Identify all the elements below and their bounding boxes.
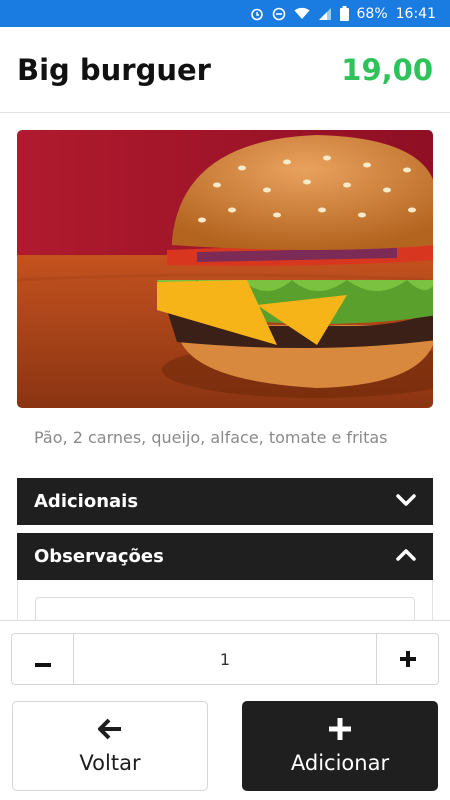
alarm-icon [250, 7, 264, 21]
observacoes-panel [17, 580, 433, 621]
status-bar: 68% 16:41 [0, 0, 450, 27]
do-not-disturb-icon [272, 7, 286, 21]
observacoes-accordion-header[interactable]: Observações [17, 533, 433, 580]
product-title: Big burguer [17, 52, 211, 87]
signal-icon [318, 7, 332, 21]
quantity-value[interactable]: 1 [74, 634, 376, 684]
wifi-icon [294, 7, 310, 20]
chevron-up-icon [396, 546, 416, 567]
observacoes-label: Observações [34, 546, 164, 567]
add-to-order-button[interactable]: Adicionar [242, 701, 438, 791]
back-button-label: Voltar [79, 751, 141, 775]
minus-icon [34, 645, 51, 673]
battery-level: 68% [356, 5, 388, 22]
observacoes-input[interactable] [35, 597, 415, 621]
adicionais-accordion-header[interactable]: Adicionais [17, 478, 433, 525]
bottom-action-bar: 1 Voltar Adicionar [0, 620, 450, 800]
adicionais-label: Adicionais [34, 491, 139, 512]
plus-icon [329, 717, 351, 747]
battery-icon [339, 6, 349, 21]
product-image [17, 130, 433, 408]
clock-time: 16:41 [395, 5, 436, 22]
decrease-quantity-button[interactable] [12, 634, 74, 684]
chevron-down-icon [396, 491, 416, 512]
add-button-label: Adicionar [290, 751, 390, 775]
increase-quantity-button[interactable] [376, 634, 438, 684]
arrow-left-icon [98, 717, 122, 747]
quantity-stepper: 1 [11, 633, 439, 685]
back-button[interactable]: Voltar [12, 701, 208, 791]
product-header: Big burguer 19,00 [0, 27, 450, 113]
plus-icon [399, 645, 416, 673]
product-description: Pão, 2 carnes, queijo, alface, tomate e … [34, 428, 388, 447]
product-price: 19,00 [341, 52, 433, 87]
